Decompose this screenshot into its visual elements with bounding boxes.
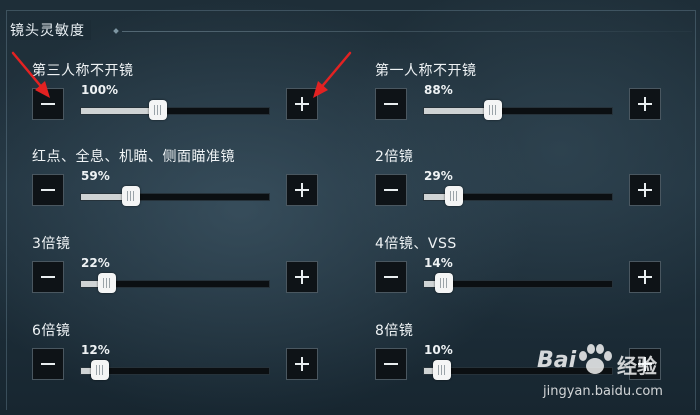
value-label: 88% [424,83,453,97]
minus-icon [41,363,55,365]
value-label: 59% [81,169,110,183]
value-label: 14% [424,256,453,270]
setting-6x-scope: 6倍镜 12% [32,320,352,398]
slider-thumb[interactable] [121,186,140,206]
increase-button[interactable] [286,348,318,380]
slider-thumb[interactable] [432,360,451,380]
slider-track[interactable] [423,107,613,115]
diamond-icon [113,28,119,34]
slider-thumb[interactable] [97,273,116,293]
setting-label: 8倍镜 [375,323,414,339]
slider-fill [81,108,159,114]
setting-2x-scope: 2倍镜 29% [375,146,695,224]
section-title: 镜头灵敏度 [10,20,91,40]
increase-button[interactable] [286,88,318,120]
increase-button[interactable] [629,174,661,206]
minus-icon [384,103,398,105]
setting-third-person-no-scope: 第三人称不开镜 100% [32,60,352,138]
setting-label: 2倍镜 [375,149,414,165]
slider-thumb[interactable] [445,186,464,206]
slider-thumb[interactable] [484,100,503,120]
setting-4x-scope-vss: 4倍镜、VSS 14% [375,233,695,311]
setting-label: 4倍镜、VSS [375,236,457,252]
slider-thumb[interactable] [90,360,109,380]
decrease-button[interactable] [32,261,64,293]
watermark-brand-label: 经验 [617,354,657,378]
watermark-brand: Bai [537,348,577,373]
minus-icon [41,189,55,191]
sensitivity-panel: 镜头灵敏度 第三人称不开镜 100% 第一人称不开镜 88% 红点、全息、机瞄、… [0,0,700,415]
increase-button[interactable] [629,88,661,120]
value-label: 10% [424,343,453,357]
slider-thumb[interactable] [149,100,167,120]
watermark-url: jingyan.baidu.com [543,384,663,399]
section-header: 镜头灵敏度 [10,0,700,50]
decrease-button[interactable] [375,88,407,120]
setting-label: 红点、全息、机瞄、侧面瞄准镜 [32,149,235,165]
minus-icon [384,276,398,278]
baidu-jingyan-watermark: Bai 经验 jingyan.baidu.com [535,338,700,415]
increase-button[interactable] [286,174,318,206]
decrease-button[interactable] [375,348,407,380]
value-label: 22% [81,256,110,270]
title-divider [122,31,692,32]
increase-button[interactable] [286,261,318,293]
decrease-button[interactable] [375,261,407,293]
decrease-button[interactable] [32,348,64,380]
decrease-button[interactable] [32,174,64,206]
setting-red-dot-holo: 红点、全息、机瞄、侧面瞄准镜 59% [32,146,352,224]
minus-icon [41,103,55,105]
setting-label: 3倍镜 [32,236,71,252]
decrease-button[interactable] [32,88,64,120]
setting-3x-scope: 3倍镜 22% [32,233,352,311]
minus-icon [384,363,398,365]
paw-logo-icon [579,344,612,374]
value-label: 29% [424,169,453,183]
decrease-button[interactable] [375,174,407,206]
setting-label: 6倍镜 [32,323,71,339]
minus-icon [41,276,55,278]
slider-thumb[interactable] [435,273,454,293]
slider-track[interactable] [80,193,270,201]
increase-button[interactable] [629,261,661,293]
setting-label: 第一人称不开镜 [375,63,477,79]
value-label: 12% [81,343,110,357]
setting-first-person-no-scope: 第一人称不开镜 88% [375,60,695,138]
minus-icon [384,189,398,191]
setting-label: 第三人称不开镜 [32,63,134,79]
slider-track[interactable] [80,107,270,115]
value-label: 100% [81,83,119,97]
